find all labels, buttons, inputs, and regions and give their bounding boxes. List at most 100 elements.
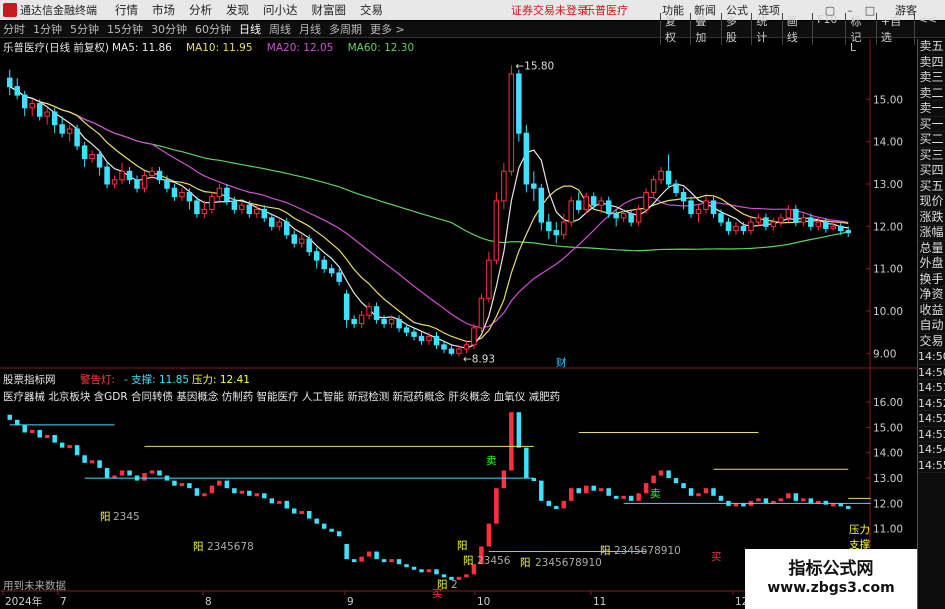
- side-panel-item[interactable]: 14:55: [918, 458, 945, 473]
- side-panel-item[interactable]: 卖一: [918, 101, 945, 117]
- candle-body: [590, 196, 597, 206]
- indicator-bar: [97, 460, 102, 468]
- menu-item[interactable]: 交易: [360, 2, 383, 18]
- period-tab[interactable]: 多周期: [329, 21, 362, 37]
- indicator-bar: [232, 488, 237, 494]
- kline-chart-area[interactable]: 乐普医疗(日线 前复权) MA5: 11.86 MA10: 11.95 MA20: 1…: [0, 39, 917, 609]
- side-panel-item[interactable]: 净资: [918, 287, 945, 303]
- side-panel-item[interactable]: 总量: [918, 241, 945, 256]
- period-tab[interactable]: 5分钟: [70, 21, 99, 37]
- side-panel-item[interactable]: 卖三: [918, 70, 945, 86]
- candle-body: [141, 175, 148, 189]
- candle-body: [546, 221, 552, 232]
- menu-item[interactable]: 行情: [115, 2, 138, 18]
- indicator-bar: [142, 473, 147, 481]
- side-panel-item[interactable]: 14:54: [918, 442, 945, 458]
- indicator-bar: [846, 505, 851, 509]
- indicator-bar: [262, 493, 267, 499]
- period-tab[interactable]: 1分钟: [33, 21, 62, 37]
- candle-body: [665, 170, 672, 185]
- period-tab[interactable]: 更多 >: [370, 21, 405, 37]
- candle-body: [800, 217, 807, 223]
- period-tab[interactable]: 周线: [269, 21, 291, 37]
- side-panel-item[interactable]: 14:50: [918, 365, 945, 380]
- yang-count: 2345678: [207, 541, 254, 553]
- candle-body: [418, 335, 425, 342]
- candle-body: [239, 204, 245, 210]
- side-panel-item[interactable]: 换手: [918, 272, 945, 287]
- candle-body: [164, 179, 170, 189]
- indicator-bar: [29, 429, 35, 433]
- login-notice[interactable]: 证券交易未登录: [511, 2, 588, 18]
- ma-legend: MA10: 11.95: [186, 42, 253, 54]
- candle-body: [628, 213, 634, 223]
- yang-signal: 阳: [600, 545, 611, 557]
- indicator-bar: [561, 500, 567, 509]
- indicator-bar: [703, 488, 709, 494]
- side-panel-item[interactable]: 自动: [918, 318, 945, 334]
- menu-item[interactable]: 财富圈: [312, 2, 347, 18]
- side-panel-item[interactable]: 买四: [918, 163, 945, 179]
- side-panel-item[interactable]: 现价: [918, 194, 945, 210]
- indicator-bar: [127, 470, 132, 476]
- period-tab[interactable]: 15分钟: [107, 21, 143, 37]
- side-panel-item[interactable]: 买五: [918, 179, 945, 194]
- candle-body: [583, 196, 589, 210]
- period-tab[interactable]: 30分钟: [151, 21, 187, 37]
- side-panel-item[interactable]: 交易: [918, 334, 945, 349]
- side-panel-item[interactable]: 卖四: [918, 55, 945, 70]
- main-menu: 行情 市场 分析 发现 问小达 财富圈 交易: [115, 2, 397, 18]
- side-panel-item[interactable]: 14:51: [918, 380, 945, 396]
- candle-body: [366, 306, 372, 316]
- candle-body: [523, 132, 530, 185]
- candle-body: [561, 221, 567, 236]
- indicator-bar: [359, 556, 364, 562]
- menu-item[interactable]: 问小达: [263, 2, 298, 18]
- side-panel-item[interactable]: 收益: [918, 303, 945, 318]
- side-panel-item[interactable]: 14:53: [918, 427, 945, 442]
- indicator-bar: [673, 478, 679, 484]
- indicator-support: - 支撑: 11.85: [124, 373, 189, 386]
- side-panel-item[interactable]: 外盘: [918, 256, 945, 272]
- menu-item[interactable]: 市场: [152, 2, 175, 18]
- candle-body: [778, 217, 784, 223]
- menu-item[interactable]: 发现: [226, 2, 249, 18]
- side-panel-item[interactable]: 买一: [918, 117, 945, 132]
- period-tab[interactable]: 日线: [239, 21, 261, 37]
- indicator-bar: [621, 495, 626, 499]
- side-panel-item[interactable]: 涨幅: [918, 225, 945, 241]
- candle-body: [321, 259, 327, 270]
- indicator-bar: [786, 493, 791, 499]
- candle-body: [538, 187, 545, 223]
- candle-body: [276, 221, 283, 227]
- side-panel-item[interactable]: 14:52: [918, 411, 945, 427]
- candle-body: [171, 187, 178, 198]
- indicator-bar: [52, 435, 57, 443]
- indicator-bar: [628, 495, 634, 501]
- candle-body: [269, 217, 275, 227]
- candle-body: [793, 208, 799, 223]
- side-panel-item[interactable]: 14:52: [918, 396, 945, 411]
- candle-body: [194, 200, 200, 215]
- candle-body: [284, 221, 290, 236]
- indicator-bar: [284, 500, 289, 509]
- side-panel-item[interactable]: 买三: [918, 148, 945, 163]
- side-panel-item[interactable]: 买二: [918, 132, 945, 148]
- indicator-y-tick: 12.00: [873, 498, 903, 510]
- period-tab[interactable]: 分时: [3, 21, 25, 37]
- stock-link[interactable]: 乐普医疗: [584, 2, 628, 18]
- side-panel-item[interactable]: 14:50: [918, 349, 945, 365]
- period-tab[interactable]: 60分钟: [195, 21, 231, 37]
- candle-body: [613, 213, 619, 219]
- side-panel-item[interactable]: 涨跌: [918, 210, 945, 225]
- indicator-bar: [217, 480, 222, 486]
- candle-body: [501, 170, 507, 202]
- menu-item[interactable]: 分析: [189, 2, 212, 18]
- side-panel-item[interactable]: 卖五: [918, 39, 945, 55]
- candle-body: [134, 179, 140, 189]
- period-tab[interactable]: 月线: [299, 21, 321, 37]
- indicator-bar: [187, 483, 192, 489]
- candle-body: [149, 170, 155, 177]
- side-panel-item[interactable]: 卖二: [918, 86, 945, 101]
- candle-body: [373, 306, 380, 320]
